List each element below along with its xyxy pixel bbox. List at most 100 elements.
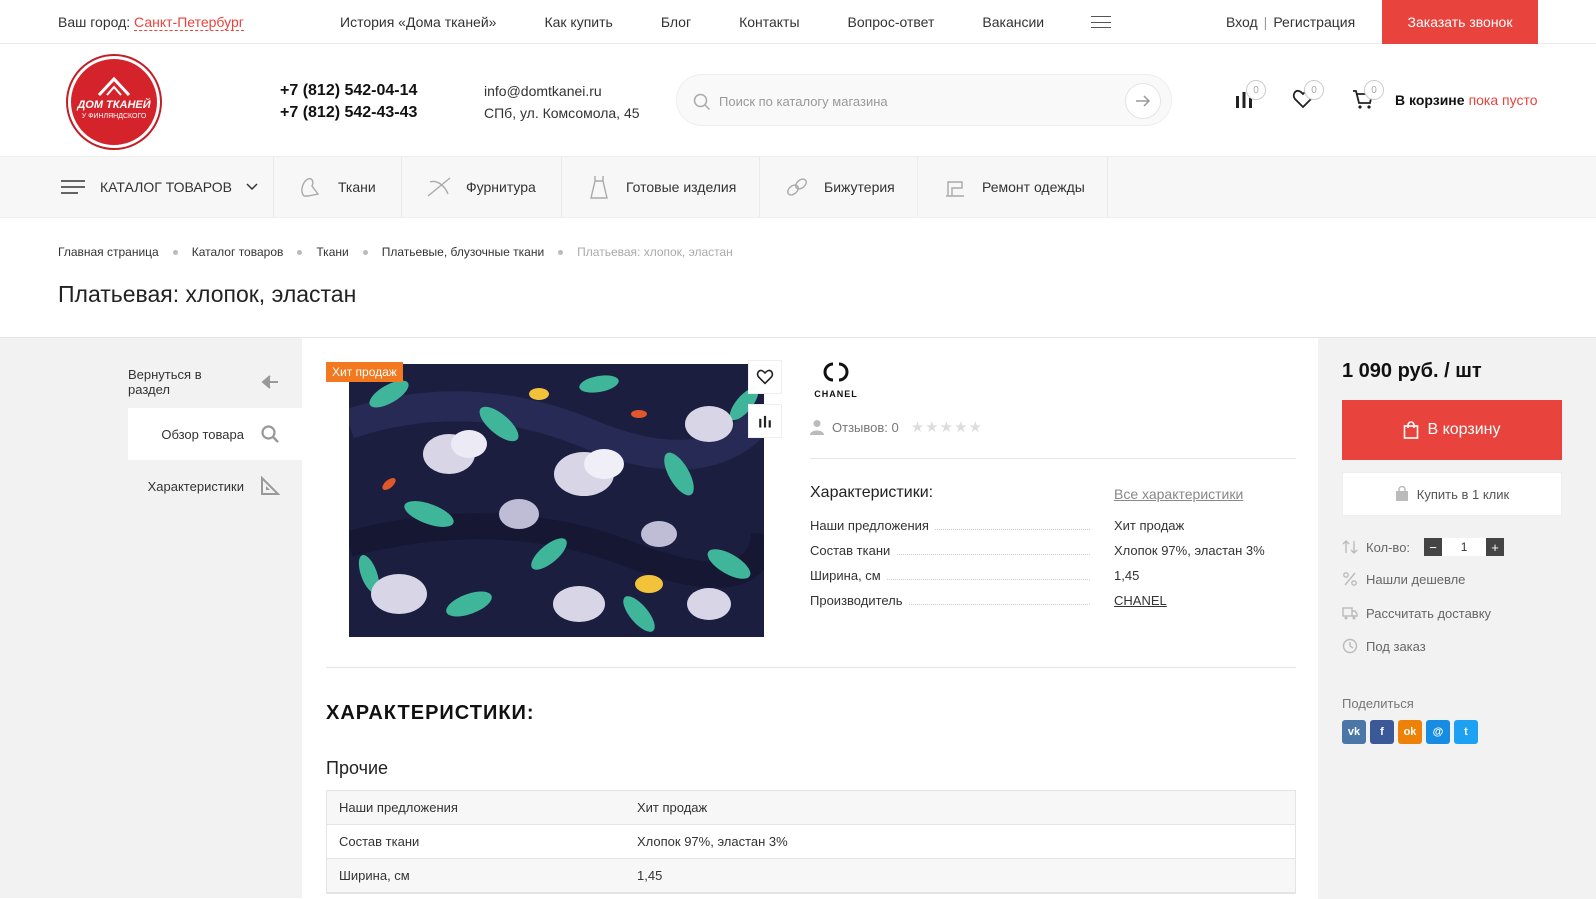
overview-tab[interactable]: Обзор товара xyxy=(128,408,302,460)
heart-icon xyxy=(756,369,774,385)
city-link[interactable]: Санкт-Петербург xyxy=(134,14,244,31)
buy-one-click-button[interactable]: Купить в 1 клик xyxy=(1342,472,1562,516)
top-nav-faq[interactable]: Вопрос-ответ xyxy=(848,14,935,30)
prop-row: Наши предложения Хит продаж xyxy=(810,518,1270,543)
add-to-favorites-button[interactable] xyxy=(748,360,782,394)
props-list: Наши предложения Хит продаж Состав ткани Х… xyxy=(810,518,1270,618)
more-menu-icon[interactable] xyxy=(1091,16,1111,28)
prop-row: Состав ткани Хлопок 97%, эластан 3% xyxy=(810,543,1270,568)
breadcrumb-catalog[interactable]: Каталог товаров xyxy=(192,245,284,259)
login-link[interactable]: Вход xyxy=(1226,14,1258,30)
compare-count: 0 xyxy=(1246,80,1266,100)
top-nav: История «Дома тканей» Как купить Блог Ко… xyxy=(340,14,1092,30)
breadcrumb-fabrics[interactable]: Ткани xyxy=(316,245,348,259)
all-characteristics-link[interactable]: Все характеристики xyxy=(1114,486,1243,502)
table-row: Ширина, см 1,45 xyxy=(327,859,1295,893)
menu-item-jewelry[interactable]: Бижутерия xyxy=(760,157,918,217)
address: СПб, ул. Комсомола, 45 xyxy=(484,105,640,121)
add-to-compare-button[interactable] xyxy=(748,404,782,438)
contacts: info@domtkanei.ru СПб, ул. Комсомола, 45 xyxy=(484,80,640,124)
compare-button[interactable]: 0 xyxy=(1234,80,1266,115)
menu-catalog[interactable]: КАТАЛОГ ТОВАРОВ xyxy=(60,157,274,217)
side-nav-label: Обзор товара xyxy=(161,426,244,442)
product-price: 1 090 руб. / шт xyxy=(1342,360,1482,382)
facebook-icon[interactable]: f xyxy=(1370,720,1394,744)
register-link[interactable]: Регистрация xyxy=(1273,14,1355,30)
ruler-triangle-icon xyxy=(261,476,280,495)
quantity-plus-button[interactable]: + xyxy=(1486,538,1505,556)
percent-icon xyxy=(1343,572,1357,586)
search-input[interactable] xyxy=(719,89,1099,113)
quantity-stepper: − 1 + xyxy=(1424,538,1505,556)
phone-1[interactable]: +7 (812) 542-04-14 xyxy=(280,80,417,102)
prop-value: Хлопок 97%, эластан 3% xyxy=(1114,543,1265,558)
twitter-icon[interactable]: t xyxy=(1454,720,1478,744)
cart-count: 0 xyxy=(1364,80,1384,100)
top-nav-history[interactable]: История «Дома тканей» xyxy=(340,14,496,30)
odnoklassniki-icon[interactable]: ok xyxy=(1398,720,1422,744)
menu-item-clothing-repair[interactable]: Ремонт одежды xyxy=(918,157,1108,217)
reviews-count[interactable]: Отзывов: 0 xyxy=(832,420,899,435)
rating-stars[interactable]: ★★★★★ xyxy=(911,418,983,436)
auth-links: Вход | Регистрация xyxy=(1226,14,1355,30)
breadcrumb-current: Платьевая: хлопок, эластан xyxy=(577,245,733,259)
breadcrumb-home[interactable]: Главная страница xyxy=(58,245,159,259)
add-to-cart-label: В корзину xyxy=(1427,421,1501,438)
back-to-section-link[interactable]: Вернуться в раздел xyxy=(128,356,302,408)
buy-one-click-label: Купить в 1 клик xyxy=(1416,486,1510,502)
favorites-button[interactable]: 0 xyxy=(1292,80,1324,115)
product-main: Хит продаж CHANEL Отзывов: 0 ★★★★★ Харак… xyxy=(302,338,1318,899)
sewing-machine-icon xyxy=(946,181,964,197)
table-key: Наши предложения xyxy=(339,800,458,815)
phone-2[interactable]: +7 (812) 542-43-43 xyxy=(280,102,417,124)
brand-name: CHANEL xyxy=(814,389,858,399)
table-key: Ширина, см xyxy=(339,868,410,883)
menu-item-fabrics[interactable]: Ткани xyxy=(274,157,402,217)
found-cheaper-link[interactable]: Нашли дешевле xyxy=(1342,571,1465,587)
breadcrumb: Главная страница Каталог товаров Ткани П… xyxy=(58,245,733,259)
prop-value: 1,45 xyxy=(1114,568,1140,583)
quantity-input[interactable]: 1 xyxy=(1442,538,1487,556)
site-logo[interactable]: ДОМ ТКАНЕЙ У ФИНЛЯНДСКОГО xyxy=(68,56,160,148)
breadcrumb-dress-fabrics[interactable]: Платьевые, блузочные ткани xyxy=(382,245,544,259)
brand-logo[interactable]: CHANEL xyxy=(810,360,862,400)
top-nav-how-to-buy[interactable]: Как купить xyxy=(544,14,612,30)
dress-icon xyxy=(590,176,608,199)
prop-value: Хит продаж xyxy=(1114,518,1185,533)
menu-item-accessories[interactable]: Фурнитура xyxy=(402,157,562,217)
cart-summary[interactable]: В корзине пока пусто xyxy=(1395,92,1538,108)
moimir-icon[interactable]: @ xyxy=(1426,720,1450,744)
characteristics-title: Характеристики: xyxy=(810,484,934,501)
breadcrumb-separator xyxy=(558,250,564,255)
vk-icon[interactable]: vk xyxy=(1342,720,1366,744)
email-link[interactable]: info@domtkanei.ru xyxy=(484,80,640,102)
top-nav-contacts[interactable]: Контакты xyxy=(739,14,799,30)
cart-button[interactable]: 0 xyxy=(1352,80,1384,115)
order-call-button[interactable]: Заказать звонок xyxy=(1382,0,1538,44)
divider xyxy=(326,667,1296,668)
top-bar: Ваш город: Санкт-Петербург История «Дома… xyxy=(0,0,1596,44)
compare-icon xyxy=(759,415,771,428)
auth-separator: | xyxy=(1263,14,1268,30)
quantity-minus-button[interactable]: − xyxy=(1424,538,1443,556)
menu-item-ready-made[interactable]: Готовые изделия xyxy=(562,157,760,217)
divider xyxy=(810,458,1296,459)
top-nav-vacancies[interactable]: Вакансии xyxy=(982,14,1044,30)
prop-row: Ширина, см 1,45 xyxy=(810,568,1270,593)
calc-delivery-link[interactable]: Рассчитать доставку xyxy=(1342,605,1491,621)
add-to-cart-button[interactable]: В корзину xyxy=(1342,400,1562,460)
manufacturer-link[interactable]: CHANEL xyxy=(1114,593,1167,608)
share-label: Поделиться xyxy=(1342,696,1414,711)
top-nav-blog[interactable]: Блог xyxy=(661,14,691,30)
product-photo[interactable] xyxy=(349,364,764,637)
on-order-status: Под заказ xyxy=(1342,638,1426,654)
found-cheaper-label: Нашли дешевле xyxy=(1366,571,1466,587)
characteristics-tab[interactable]: Характеристики xyxy=(128,460,302,512)
search-submit-button[interactable] xyxy=(1125,83,1161,119)
cart-status: пока пусто xyxy=(1468,92,1538,108)
menu-item-label: Ткани xyxy=(338,179,376,195)
quantity-label: Кол-во: xyxy=(1366,539,1411,555)
search-box xyxy=(676,74,1172,126)
main-menu: КАТАЛОГ ТОВАРОВ Ткани Фурнитура Готовые … xyxy=(0,156,1596,218)
prop-row: Производитель CHANEL xyxy=(810,593,1270,618)
